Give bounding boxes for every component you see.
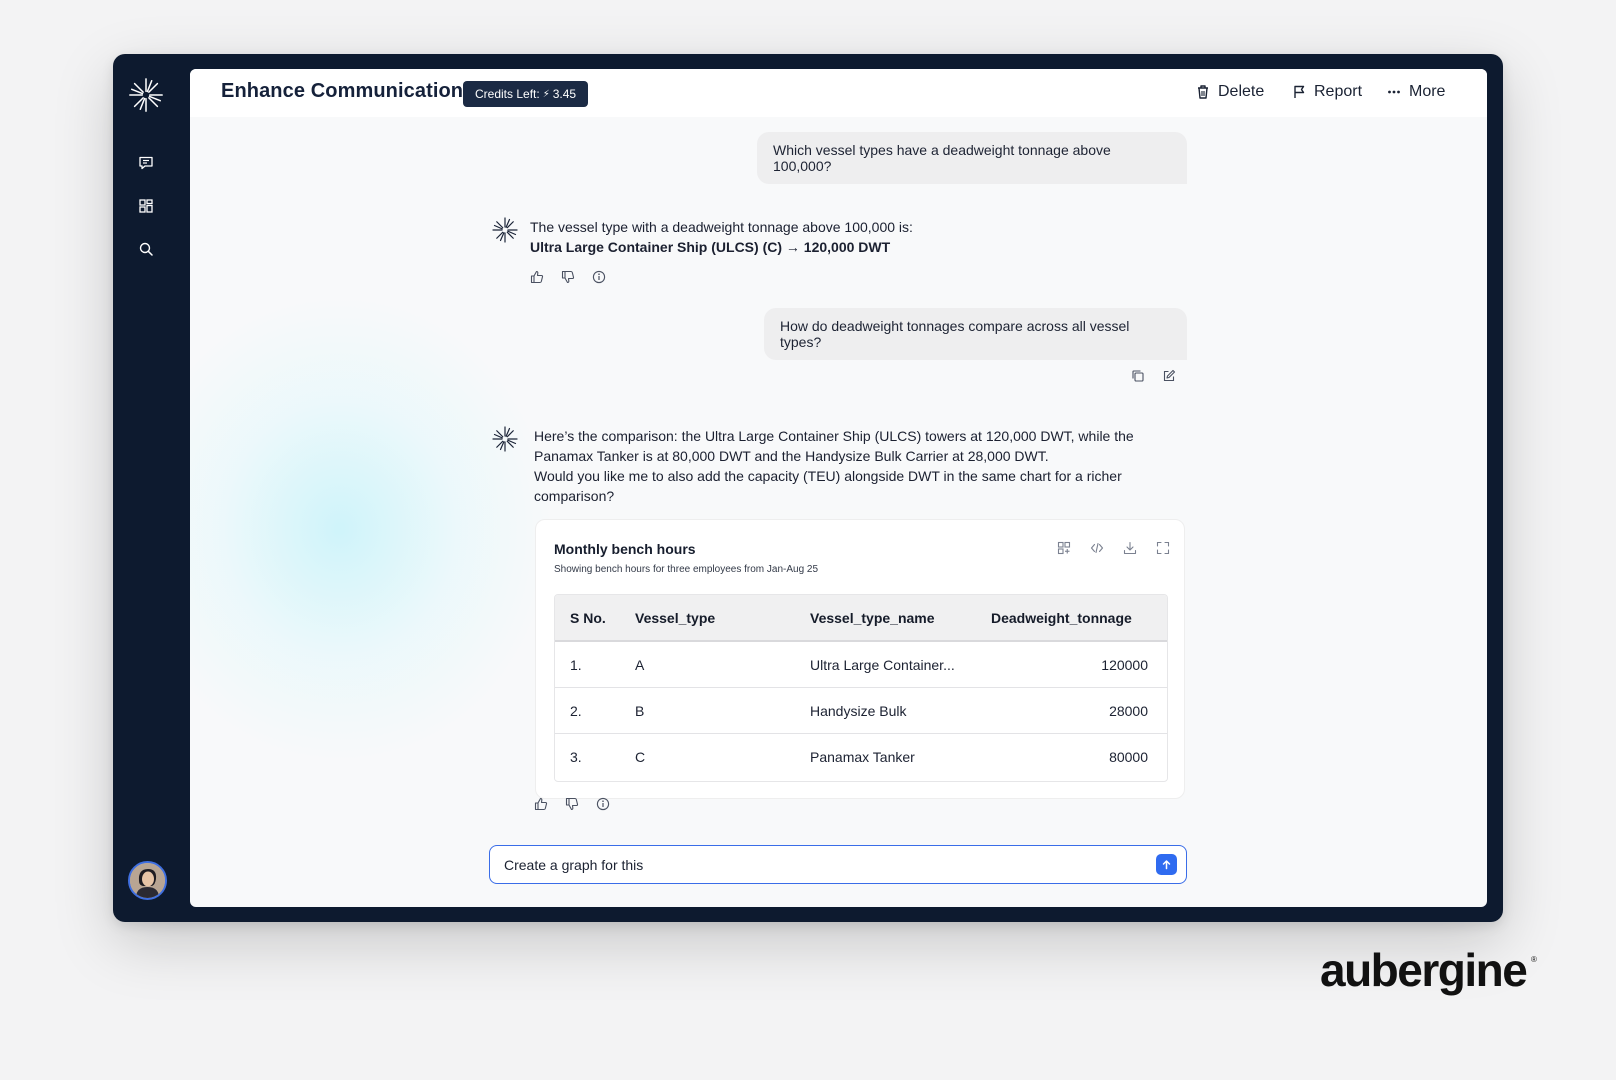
main-panel: Enhance Communication Credits Left: ⚡ 3.… bbox=[190, 69, 1487, 907]
thumbs-up-icon bbox=[534, 797, 548, 811]
feedback-bar bbox=[528, 268, 608, 286]
assistant-message-line: Panamax Tanker is at 80,000 DWT and the … bbox=[534, 448, 1049, 464]
more-button[interactable]: More bbox=[1387, 83, 1445, 101]
table-cell: 3. bbox=[570, 749, 582, 765]
table-row: 2. B Handysize Bulk 28000 bbox=[555, 688, 1167, 734]
fullscreen-button[interactable] bbox=[1153, 538, 1172, 557]
table-cell: C bbox=[635, 749, 646, 765]
arrow-up-icon bbox=[1162, 860, 1171, 870]
assistant-message-line: Here’s the comparison: the Ultra Large C… bbox=[534, 428, 1134, 444]
app-logo-icon bbox=[129, 78, 163, 112]
chart-view-button[interactable] bbox=[1054, 538, 1073, 557]
table-cell: 80000 bbox=[1109, 749, 1148, 765]
credits-value: 3.45 bbox=[552, 87, 577, 101]
info-button[interactable] bbox=[594, 795, 612, 813]
feedback-bar bbox=[532, 795, 612, 813]
assistant-message-line: comparison? bbox=[534, 488, 615, 504]
assistant-message-highlight: Ultra Large Container Ship (ULCS) (C) → … bbox=[530, 239, 891, 255]
column-header[interactable]: Vessel_type_name bbox=[795, 610, 976, 626]
assistant-avatar-icon bbox=[492, 217, 518, 243]
info-icon bbox=[592, 270, 606, 284]
new-chat-icon bbox=[139, 156, 153, 170]
search-button[interactable] bbox=[131, 234, 161, 264]
user-message: How do deadweight tonnages compare acros… bbox=[764, 308, 1187, 360]
table-cell: Ultra Large Container... bbox=[810, 656, 955, 673]
thumbs-down-icon bbox=[561, 270, 575, 284]
copy-button[interactable] bbox=[1129, 367, 1147, 385]
table-cell: 2. bbox=[570, 702, 582, 719]
table-cell: A bbox=[635, 656, 645, 673]
brand-wordmark: aubergine bbox=[1320, 946, 1527, 996]
table-card-toolbar bbox=[1054, 538, 1172, 557]
table-cell: 1. bbox=[570, 656, 582, 673]
report-button[interactable]: Report bbox=[1292, 83, 1362, 101]
user-avatar-icon bbox=[130, 863, 165, 898]
thumbs-up-button[interactable] bbox=[528, 268, 546, 286]
info-icon bbox=[596, 797, 610, 811]
assistant-avatar-icon bbox=[492, 426, 518, 452]
message-composer bbox=[489, 845, 1187, 884]
column-header[interactable]: Deadweight_tonnage bbox=[976, 610, 1148, 626]
table-cell: B bbox=[635, 702, 645, 719]
credits-badge: Credits Left: ⚡ 3.45 bbox=[463, 81, 589, 107]
thumbs-up-button[interactable] bbox=[532, 795, 550, 813]
code-button[interactable] bbox=[1087, 538, 1106, 557]
table-card-title: Monthly bench hours bbox=[554, 541, 696, 557]
delete-button[interactable]: Delete bbox=[1196, 83, 1264, 101]
table-cell: 28000 bbox=[1109, 702, 1148, 719]
table-cell: Panamax Tanker bbox=[810, 749, 915, 765]
download-button[interactable] bbox=[1120, 538, 1139, 557]
message-actions bbox=[1129, 367, 1178, 385]
thumbs-up-icon bbox=[530, 270, 544, 284]
flag-icon bbox=[1294, 85, 1305, 98]
trash-icon bbox=[1198, 85, 1208, 99]
aubergine-logo: aubergine ® bbox=[1320, 946, 1537, 996]
table-card-subtitle: Showing bench hours for three employees … bbox=[554, 564, 819, 575]
more-label: More bbox=[1409, 83, 1446, 100]
dashboard-button[interactable] bbox=[131, 191, 161, 221]
user-message-text: Which vessel types have a deadweight ton… bbox=[773, 142, 1111, 174]
table-row: 1. A Ultra Large Container... 120000 bbox=[555, 642, 1167, 688]
assistant-message-line: Would you like me to also add the capaci… bbox=[534, 468, 1122, 484]
table-header-row: S No. Vessel_type Vessel_type_name Deadw… bbox=[555, 595, 1167, 642]
more-dots-icon bbox=[1388, 90, 1400, 94]
report-label: Report bbox=[1314, 83, 1363, 100]
data-table: S No. Vessel_type Vessel_type_name Deadw… bbox=[554, 594, 1168, 782]
info-button[interactable] bbox=[590, 268, 608, 286]
new-chat-button[interactable] bbox=[131, 148, 161, 178]
edit-icon bbox=[1163, 369, 1176, 382]
user-message-text: How do deadweight tonnages compare acros… bbox=[780, 318, 1130, 350]
table-cell: Handysize Bulk bbox=[810, 702, 907, 719]
expand-icon bbox=[1156, 541, 1169, 554]
credits-label: Credits Left: bbox=[475, 87, 540, 101]
edit-button[interactable] bbox=[1160, 367, 1178, 385]
delete-label: Delete bbox=[1218, 83, 1265, 100]
lightning-icon: ⚡ bbox=[542, 88, 550, 100]
user-message: Which vessel types have a deadweight ton… bbox=[757, 132, 1187, 184]
page-title: Enhance Communication bbox=[221, 80, 464, 102]
thumbs-down-icon bbox=[565, 797, 579, 811]
background-glow bbox=[190, 299, 550, 759]
dashboard-icon bbox=[139, 199, 153, 213]
brand-registered-mark: ® bbox=[1531, 955, 1537, 964]
header-bar: Enhance Communication Credits Left: ⚡ 3.… bbox=[190, 69, 1487, 117]
assistant-message: The vessel type with a deadweight tonnag… bbox=[530, 217, 913, 257]
table-row: 3. C Panamax Tanker 80000 bbox=[555, 734, 1167, 780]
column-header[interactable]: S No. bbox=[555, 610, 620, 626]
send-button[interactable] bbox=[1156, 854, 1177, 875]
avatar[interactable] bbox=[128, 861, 167, 900]
assistant-message: Here’s the comparison: the Ultra Large C… bbox=[534, 426, 1134, 506]
column-header[interactable]: Vessel_type bbox=[620, 610, 795, 626]
code-icon bbox=[1090, 542, 1103, 553]
thumbs-down-button[interactable] bbox=[559, 268, 577, 286]
grid-plus-icon bbox=[1057, 541, 1070, 554]
download-icon bbox=[1123, 541, 1136, 554]
assistant-message-line: The vessel type with a deadweight tonnag… bbox=[530, 219, 913, 235]
message-input[interactable] bbox=[504, 846, 1124, 883]
thumbs-down-button[interactable] bbox=[563, 795, 581, 813]
table-card: Monthly bench hours Showing bench hours … bbox=[535, 519, 1185, 799]
search-icon bbox=[139, 242, 153, 256]
copy-icon bbox=[1132, 370, 1144, 382]
table-cell: 120000 bbox=[1101, 656, 1148, 673]
